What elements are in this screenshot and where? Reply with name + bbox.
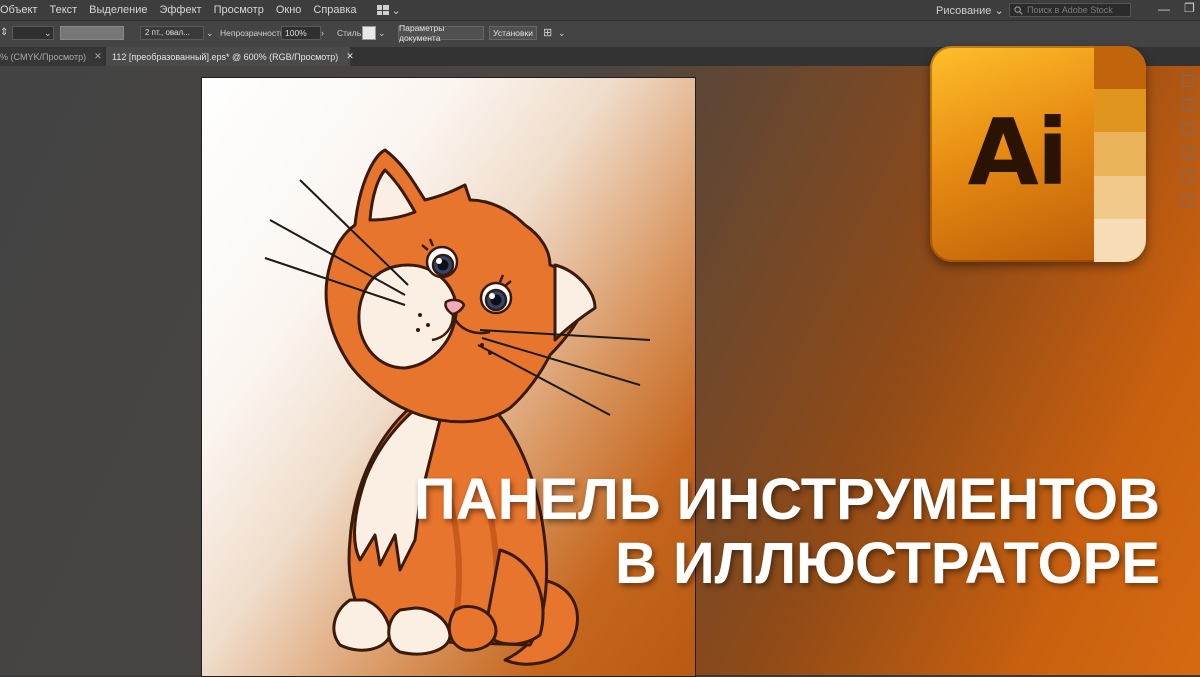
menu-text[interactable]: Текст — [43, 4, 83, 16]
arrange-documents-button[interactable]: ⌄ — [376, 4, 401, 17]
logo-stripe — [1094, 132, 1146, 176]
panel-icon[interactable] — [1181, 75, 1194, 87]
illustrator-logo: Ai — [930, 46, 1146, 262]
headline: ПАНЕЛЬ ИНСТРУМЕНТОВ В ИЛЛЮСТРАТОРЕ — [400, 468, 1160, 596]
chevron-right-icon[interactable]: › — [321, 26, 331, 40]
tab-cmyk-document[interactable]: % (CMYK/Просмотр) ✕ — [0, 47, 103, 66]
menu-bar: Объект Текст Выделение Эффект Просмотр О… — [0, 0, 1200, 20]
stock-search-input[interactable]: Поиск в Adobe Stock — [1009, 3, 1131, 17]
chevron-down-icon: ⌄ — [391, 4, 401, 17]
logo-stripes — [1094, 46, 1146, 262]
search-icon — [1014, 5, 1023, 15]
menu-effect[interactable]: Эффект — [153, 4, 207, 16]
chevron-down-icon[interactable]: ⌄ — [558, 26, 568, 40]
close-icon[interactable]: ✕ — [346, 51, 354, 62]
menu-object[interactable]: Объект — [0, 4, 43, 16]
close-icon[interactable]: ✕ — [94, 51, 102, 62]
opacity-label: Непрозрачность: — [220, 28, 287, 38]
control-panel: ⇕ ⌄ 2 пт., овал... ⌄ Непрозрачность: 100… — [0, 20, 1200, 48]
logo-stripe — [1094, 46, 1146, 90]
style-label: Стиль: — [337, 28, 364, 38]
document-setup-button[interactable]: Параметры документа — [398, 23, 484, 43]
menu-window[interactable]: Окно — [270, 4, 308, 16]
panel-icon[interactable] — [1181, 147, 1194, 159]
grid-layout-icon — [376, 5, 389, 15]
panel-icon[interactable] — [1181, 195, 1194, 207]
menu-select[interactable]: Выделение — [83, 4, 153, 16]
headline-line-2: В ИЛЛЮСТРАТОРЕ — [614, 531, 1160, 596]
workspace-switcher[interactable]: Рисование ⌄ — [936, 4, 1004, 17]
logo-stripe — [1094, 89, 1146, 133]
tab-label: % (CMYK/Просмотр) — [0, 51, 87, 62]
chevron-down-icon[interactable]: ⌄ — [44, 26, 54, 40]
menu-help[interactable]: Справка — [307, 4, 362, 16]
arrange-icon[interactable]: ⊞ — [543, 26, 557, 40]
stepper-icon[interactable]: ⇕ — [0, 26, 12, 40]
brush-label: 2 пт., овал... — [145, 28, 190, 37]
opacity-field[interactable]: 100% — [281, 26, 321, 40]
logo-stripe — [1094, 218, 1146, 262]
panel-icon[interactable] — [1181, 99, 1194, 111]
menu-view[interactable]: Просмотр — [208, 4, 270, 16]
panel-icon[interactable] — [1181, 171, 1194, 183]
search-placeholder: Поиск в Adobe Stock — [1027, 5, 1113, 15]
main-menu: Объект Текст Выделение Эффект Просмотр О… — [0, 4, 363, 16]
tab-eps-document[interactable]: 112 [преобразованный].eps* @ 600% (RGB/П… — [106, 47, 354, 66]
headline-line-1: ПАНЕЛЬ ИНСТРУМЕНТОВ — [414, 467, 1160, 532]
panel-dock — [1175, 66, 1200, 296]
restore-icon[interactable]: ❐ — [1184, 1, 1195, 15]
minimize-icon[interactable]: — — [1158, 2, 1170, 16]
panel-icon[interactable] — [1181, 123, 1194, 135]
logo-stripe — [1094, 175, 1146, 219]
chevron-down-icon[interactable]: ⌄ — [206, 26, 216, 40]
graphic-style-swatch[interactable] — [362, 26, 376, 40]
chevron-down-icon: ⌄ — [994, 5, 1004, 17]
chevron-down-icon[interactable]: ⌄ — [378, 26, 388, 40]
workspace-label: Рисование — [936, 5, 992, 17]
tab-label: 112 [преобразованный].eps* @ 600% (RGB/П… — [112, 51, 339, 62]
variable-width-profile[interactable] — [60, 26, 124, 40]
logo-text: Ai — [967, 99, 1069, 206]
brush-definition-field[interactable]: 2 пт., овал... — [140, 26, 204, 40]
preferences-button[interactable]: Установки — [489, 26, 537, 40]
